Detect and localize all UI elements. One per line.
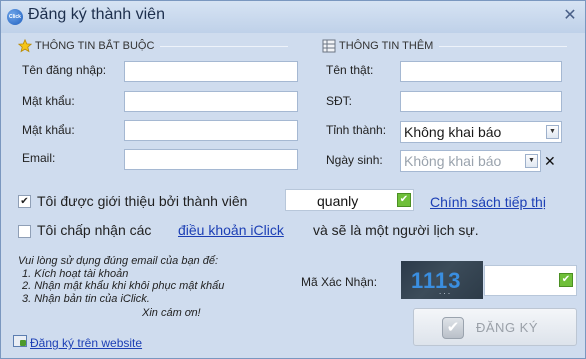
- marketing-policy-link[interactable]: Chính sách tiếp thị: [430, 194, 546, 210]
- note-intro: Vui lòng sử dụng đúng email của bạn để:: [18, 255, 219, 267]
- captcha-label: Mã Xác Nhận:: [301, 275, 378, 289]
- referrer-input[interactable]: quanly ✔: [285, 189, 414, 211]
- username-input[interactable]: [124, 61, 298, 82]
- captcha-noise: . . .: [439, 287, 451, 296]
- close-button[interactable]: ✕: [561, 7, 579, 25]
- extra-section-header: THÔNG TIN THÊM: [322, 38, 576, 54]
- iclick-logo-icon: Click: [7, 9, 23, 25]
- province-select[interactable]: Không khai báo ▼: [400, 121, 562, 143]
- form-body: THÔNG TIN BẮT BUỘC THÔNG TIN THÊM Tên đă…: [1, 33, 585, 358]
- grid-icon: [322, 39, 336, 53]
- dob-label: Ngày sinh:: [326, 153, 383, 167]
- chevron-down-icon[interactable]: ▼: [546, 125, 559, 139]
- note-item: 3. Nhận bản tin của iClick.: [22, 292, 150, 305]
- confirm-password-label: Mật khẩu:: [22, 123, 75, 137]
- section-divider: [160, 45, 289, 47]
- note-thanks: Xin cám ơn!: [142, 307, 201, 319]
- register-button-label: ĐĂNG KÝ: [476, 320, 539, 335]
- note-item: 1. Kích hoạt tài khoản: [22, 267, 129, 280]
- check-icon: ✔: [397, 193, 411, 207]
- captcha-code: 1113: [411, 268, 462, 293]
- phone-input[interactable]: [400, 91, 562, 112]
- check-icon: ✔: [559, 273, 573, 287]
- register-button[interactable]: ✔ ĐĂNG KÝ: [413, 308, 577, 346]
- dob-picker[interactable]: Không khai báo ▼: [400, 150, 541, 172]
- password-label: Mật khẩu:: [22, 94, 75, 108]
- terms-link[interactable]: điều khoản iClick: [178, 222, 284, 238]
- note-item: 2. Nhận mật khẩu khi khôi phục mật khẩu: [22, 280, 225, 292]
- phone-label: SĐT:: [326, 94, 353, 108]
- check-icon: ✔: [20, 196, 29, 207]
- clear-date-icon[interactable]: ✕: [544, 153, 556, 170]
- captcha-input[interactable]: ✔: [484, 265, 577, 296]
- required-section-header: THÔNG TIN BẮT BUỘC: [18, 38, 308, 54]
- confirm-password-input[interactable]: [124, 120, 298, 141]
- captcha-image: 1113 . . .: [401, 261, 483, 299]
- terms-prefix: Tôi chấp nhận các: [37, 222, 152, 238]
- username-label: Tên đăng nhập:: [22, 63, 107, 77]
- browser-icon: [13, 335, 27, 347]
- window-title: Đăng ký thành viên: [28, 6, 165, 23]
- referrer-value: quanly: [317, 193, 359, 209]
- section-divider: [439, 45, 568, 47]
- terms-suffix: và sẽ là một người lịch sự.: [313, 222, 479, 238]
- email-usage-note: Vui lòng sử dụng đúng email của bạn để: …: [18, 255, 224, 320]
- email-input[interactable]: [124, 149, 298, 170]
- email-label: Email:: [22, 151, 56, 165]
- extra-section-title: THÔNG TIN THÊM: [339, 40, 434, 52]
- star-icon: [18, 39, 32, 53]
- registration-window: Click Đăng ký thành viên ✕ THÔNG TIN BẮT…: [0, 0, 586, 359]
- title-bar: Click Đăng ký thành viên ✕: [1, 1, 585, 33]
- province-value: Không khai báo: [404, 124, 502, 140]
- terms-checkbox[interactable]: [18, 225, 31, 238]
- referral-label: Tôi được giới thiệu bởi thành viên: [37, 193, 248, 209]
- web-register-link[interactable]: Đăng ký trên website: [30, 336, 142, 350]
- check-icon: ✔: [442, 317, 464, 339]
- required-section-title: THÔNG TIN BẮT BUỘC: [35, 40, 155, 52]
- chevron-down-icon[interactable]: ▼: [525, 154, 538, 168]
- fullname-input[interactable]: [400, 61, 562, 82]
- password-input[interactable]: [124, 91, 298, 112]
- fullname-label: Tên thật:: [326, 63, 374, 77]
- referral-checkbox[interactable]: ✔: [18, 195, 31, 208]
- dob-value: Không khai báo: [404, 153, 502, 169]
- province-label: Tỉnh thành:: [326, 123, 387, 137]
